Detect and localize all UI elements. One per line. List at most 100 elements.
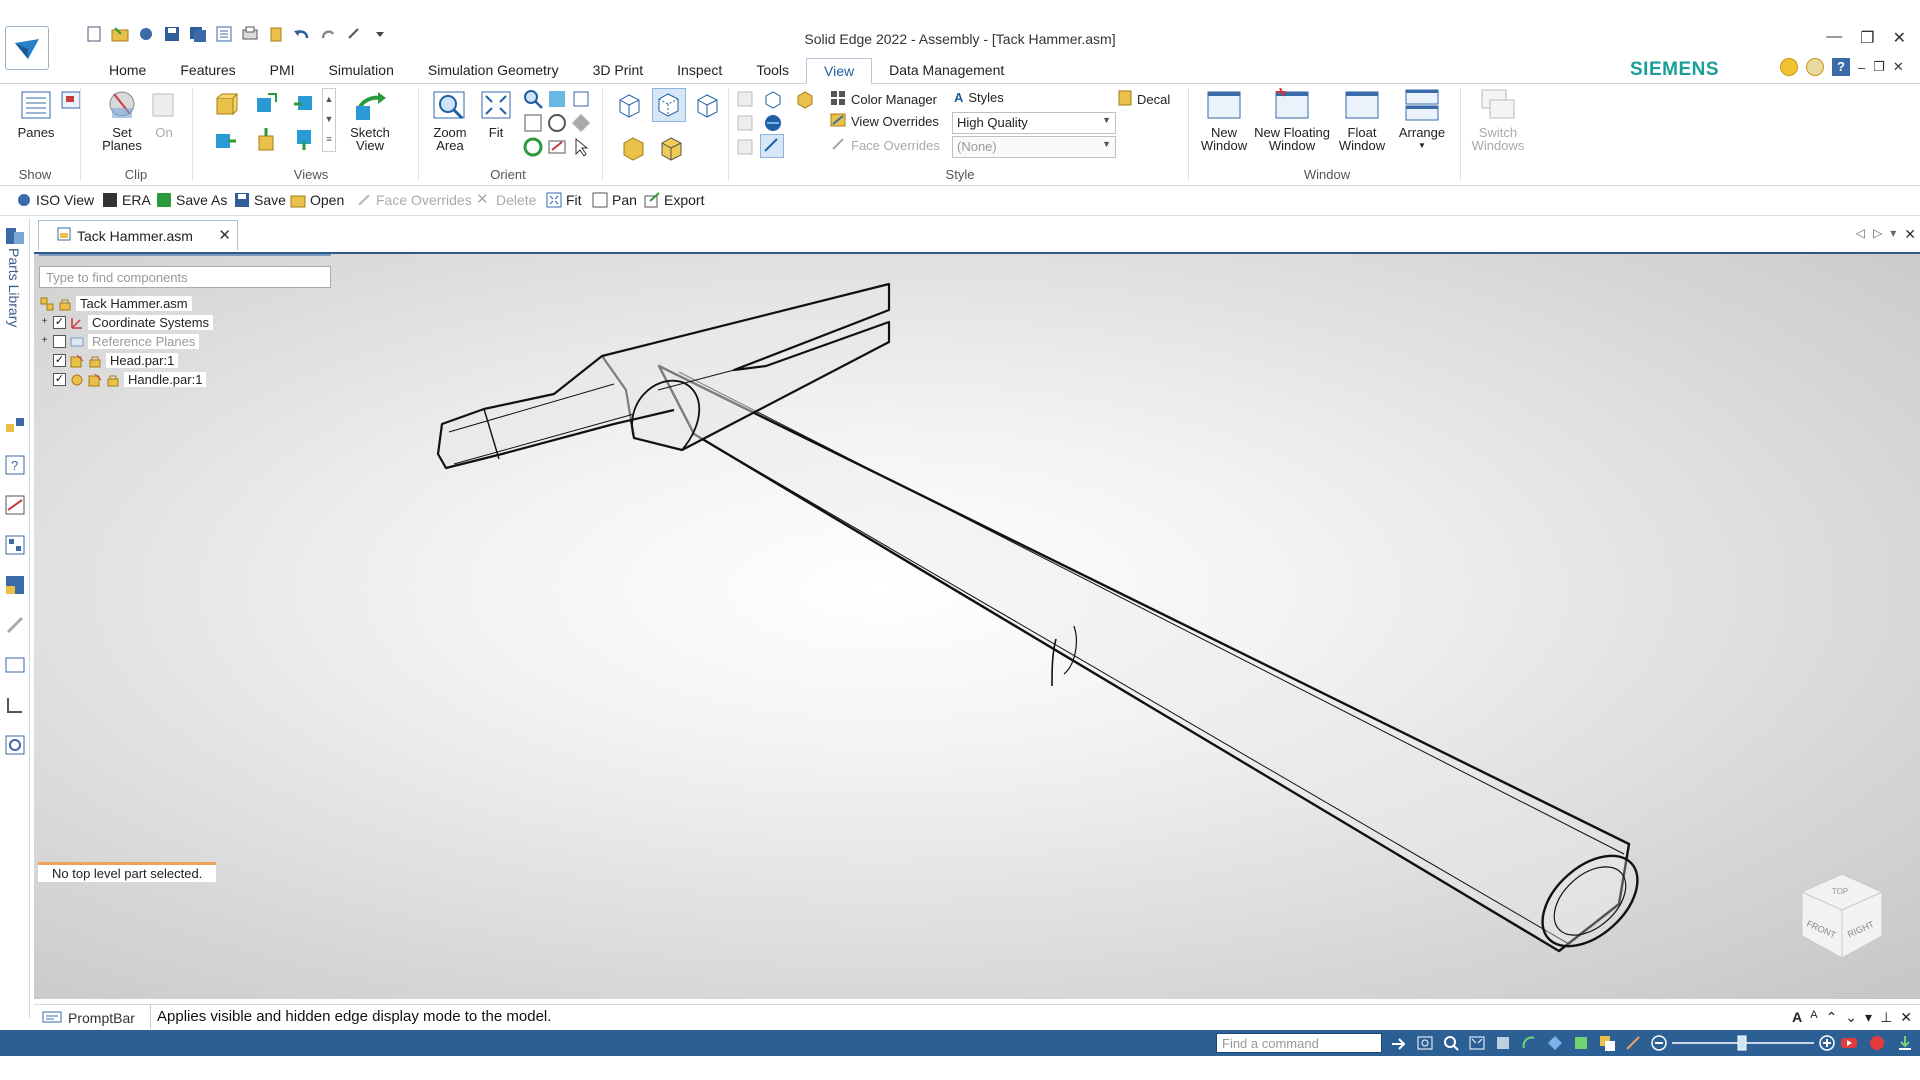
- views-gallery-scroller[interactable]: ▲ ▼ ≡: [322, 88, 336, 152]
- visibility-checkbox[interactable]: [53, 335, 66, 348]
- zoom-status-icon[interactable]: [1442, 1034, 1460, 1052]
- restore-icon[interactable]: ❐: [1860, 28, 1874, 48]
- sketch-view-status-icon[interactable]: [1572, 1034, 1590, 1052]
- view-orient-icon[interactable]: [546, 136, 570, 160]
- zoom-icon[interactable]: [522, 88, 546, 112]
- zoom-tool-icon[interactable]: [522, 112, 546, 136]
- tree-item-coordinate-systems[interactable]: + ✓ Coordinate Systems: [40, 313, 214, 332]
- link-icon[interactable]: [4, 614, 26, 636]
- save-as-button[interactable]: Save As: [156, 192, 227, 208]
- new-window-button[interactable]: New Window: [1194, 88, 1254, 152]
- find-command-input[interactable]: Find a command: [1216, 1033, 1382, 1053]
- restore-view-icon[interactable]: [292, 128, 316, 152]
- hammer-model[interactable]: [34, 254, 1920, 999]
- doc-close-icon[interactable]: ✕: [1893, 59, 1904, 75]
- save-view-icon[interactable]: [254, 128, 278, 152]
- tab-list-icon[interactable]: ▾: [1890, 226, 1896, 243]
- rotate-icon[interactable]: [570, 88, 594, 112]
- assembly-pathfinder-icon[interactable]: [4, 414, 26, 436]
- tree-item-root[interactable]: Tack Hammer.asm: [40, 294, 213, 313]
- settings-gear-icon[interactable]: [4, 734, 26, 756]
- sketch-view-button[interactable]: Sketch View: [340, 88, 400, 152]
- delete-button[interactable]: ✕ Delete: [476, 192, 536, 209]
- tab-3d-print[interactable]: 3D Print: [576, 58, 661, 84]
- head-part[interactable]: [436, 282, 891, 470]
- view-overrides-button[interactable]: View Overrides: [830, 112, 939, 131]
- shadows-icon[interactable]: [734, 112, 758, 136]
- shaded-visible-edges-icon[interactable]: [614, 90, 646, 122]
- video-record-icon[interactable]: [1840, 1034, 1858, 1052]
- dropdown-icon[interactable]: ▾: [1865, 1009, 1872, 1026]
- command-finder-arrow-icon[interactable]: [1390, 1034, 1408, 1052]
- panes-button[interactable]: Panes: [6, 88, 66, 139]
- lighting-icon[interactable]: [762, 88, 786, 112]
- spin-about-icon[interactable]: [546, 112, 570, 136]
- split-view-icon[interactable]: [292, 92, 316, 116]
- export-button[interactable]: Export: [644, 192, 704, 208]
- smiley-icon[interactable]: [1780, 58, 1798, 76]
- zoom-slider[interactable]: [1650, 1034, 1836, 1052]
- spin-status-icon[interactable]: [1546, 1034, 1564, 1052]
- previous-view-icon[interactable]: [214, 128, 238, 152]
- collapse-icon[interactable]: ⌃: [1826, 1009, 1838, 1026]
- new-floating-window-button[interactable]: New Floating Window: [1252, 87, 1332, 152]
- expand-icon[interactable]: +: [40, 336, 49, 346]
- part-painter-icon[interactable]: [794, 88, 818, 112]
- views-status-icon[interactable]: [1598, 1034, 1616, 1052]
- clip-on-button[interactable]: On: [144, 88, 184, 139]
- help-icon[interactable]: ?: [1832, 58, 1850, 76]
- tab-view[interactable]: View: [806, 58, 873, 84]
- look-at-face-icon[interactable]: [570, 112, 594, 136]
- select-tool-icon[interactable]: [570, 136, 594, 160]
- view-overrides-select[interactable]: High Quality ▼: [952, 112, 1116, 134]
- close-all-icon[interactable]: ✕: [1904, 226, 1916, 243]
- display-status-icon[interactable]: [1624, 1034, 1642, 1052]
- face-overrides-command[interactable]: Face Overrides: [356, 192, 472, 208]
- common-views-icon[interactable]: [522, 136, 546, 160]
- tab-simulation[interactable]: Simulation: [312, 58, 411, 84]
- face-overrides-button[interactable]: Face Overrides: [830, 136, 940, 155]
- open-button[interactable]: Open: [290, 192, 344, 208]
- tab-scroll-right-icon[interactable]: ▷: [1873, 226, 1882, 243]
- era-button[interactable]: ERA: [102, 192, 151, 208]
- tab-simulation-geometry[interactable]: Simulation Geometry: [411, 58, 576, 84]
- graphics-window[interactable]: Type to find components Tack Hammer.asm …: [34, 252, 1920, 999]
- tab-inspect[interactable]: Inspect: [660, 58, 739, 84]
- handle-part[interactable]: [657, 364, 1654, 964]
- relationships-icon[interactable]: [4, 694, 26, 716]
- visible-hidden-edges-icon[interactable]: [652, 88, 686, 122]
- feature-library-icon[interactable]: [4, 534, 26, 556]
- float-window-button[interactable]: Float Window: [1332, 88, 1392, 152]
- record-icon[interactable]: [1868, 1034, 1886, 1052]
- tab-data-management[interactable]: Data Management: [872, 58, 1021, 84]
- document-tab[interactable]: Tack Hammer.asm ✕: [38, 220, 238, 250]
- wireframe-icon[interactable]: [692, 90, 724, 122]
- fit-button[interactable]: Fit: [466, 88, 526, 139]
- tab-tools[interactable]: Tools: [739, 58, 806, 84]
- reflections-icon[interactable]: [734, 136, 758, 160]
- tab-pmi[interactable]: PMI: [253, 58, 312, 84]
- set-planes-button[interactable]: Set Planes: [92, 88, 152, 152]
- shaded-with-edges-icon[interactable]: [658, 134, 686, 162]
- close-icon[interactable]: ✕: [1893, 28, 1906, 48]
- named-view-icon[interactable]: [254, 92, 278, 116]
- pan-icon[interactable]: [546, 88, 570, 112]
- shaded-icon[interactable]: [620, 134, 648, 162]
- tree-item-reference-planes[interactable]: + Reference Planes: [40, 332, 213, 351]
- decal-button[interactable]: Decal: [1118, 90, 1170, 109]
- view-cube-icon[interactable]: [214, 92, 239, 116]
- sensors-icon[interactable]: [4, 654, 26, 676]
- color-palette-icon[interactable]: [4, 574, 26, 596]
- pan-button[interactable]: Pan: [592, 192, 637, 208]
- font-increase-icon[interactable]: A: [1792, 1009, 1802, 1026]
- close-promptbar-icon[interactable]: ✕: [1900, 1009, 1912, 1026]
- fit-command-button[interactable]: Fit: [546, 192, 582, 208]
- download-icon[interactable]: [1896, 1034, 1914, 1052]
- parts-library-icon[interactable]: [4, 224, 26, 246]
- zoom-area-status-icon[interactable]: [1416, 1034, 1434, 1052]
- parts-library-tab[interactable]: Parts Library: [6, 248, 22, 327]
- component-search-input[interactable]: Type to find components: [39, 266, 331, 288]
- tab-home[interactable]: Home: [92, 58, 163, 84]
- save-button[interactable]: Save: [234, 192, 286, 208]
- tab-scroll-left-icon[interactable]: ◁: [1856, 226, 1865, 243]
